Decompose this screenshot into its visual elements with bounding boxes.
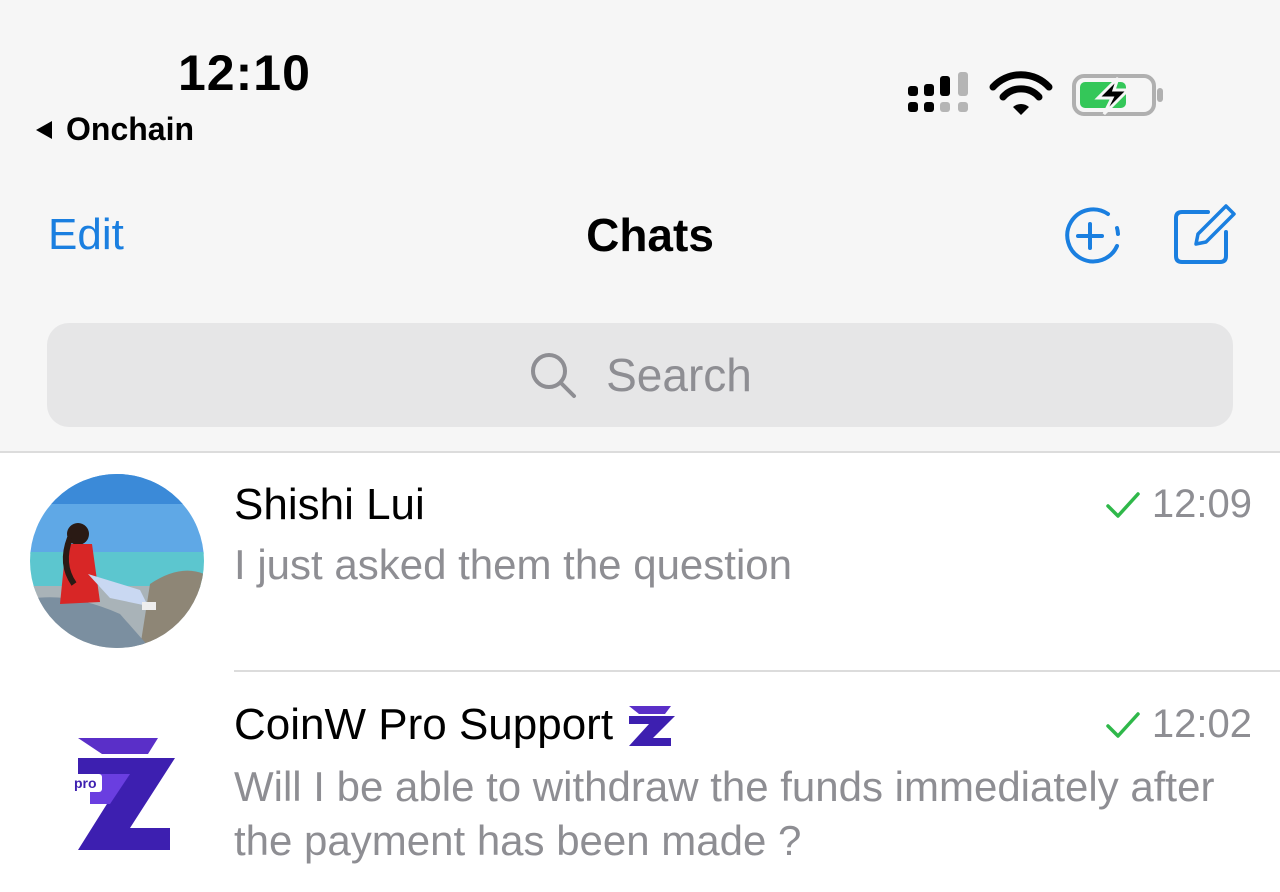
search-icon (531, 353, 577, 398)
back-app-label: Onchain (66, 111, 195, 147)
profile-photo (30, 474, 204, 648)
navigation-header: 12:10 Onchain Edit Chats Search (0, 0, 1280, 453)
chat-row-coinw-pro-support[interactable]: pro CoinW Pro Support 12:02 Will I be ab… (0, 672, 1280, 892)
search-field[interactable]: Search (47, 323, 1233, 427)
logo-pro-text: pro (74, 775, 97, 791)
sent-check-icon (1106, 711, 1140, 738)
sent-check-icon (1106, 491, 1140, 518)
chat-time: 12:02 (1151, 702, 1252, 746)
chat-preview: I just asked them the question (234, 541, 792, 588)
chat-time: 12:09 (1151, 482, 1252, 526)
search-placeholder: Search (606, 349, 752, 401)
back-to-app-link[interactable]: Onchain (36, 111, 194, 148)
status-icons (908, 71, 1163, 116)
compose-icon[interactable] (1172, 204, 1236, 268)
chat-preview: Will I be able to withdraw the funds imm… (234, 763, 1215, 864)
wifi-icon (989, 71, 1053, 115)
coinw-pro-logo: pro (72, 738, 175, 850)
chat-time-container: 12:09 (1104, 482, 1252, 527)
avatar (30, 474, 204, 648)
cellular-signal-icon (908, 72, 968, 112)
coinw-badge-icon (629, 706, 676, 746)
new-story-add-icon[interactable] (1060, 204, 1124, 268)
avatar: pro (30, 696, 204, 870)
chat-time-container: 12:02 (1104, 702, 1252, 747)
status-time: 12:10 (178, 45, 311, 101)
chat-name: Shishi Lui (234, 480, 425, 529)
battery-charging-icon (1072, 74, 1163, 116)
chat-name-container: CoinW Pro Support (234, 700, 677, 750)
back-triangle-icon (36, 120, 52, 139)
chat-name: CoinW Pro Support (234, 700, 614, 749)
chat-row-shishi-lui[interactable]: Shishi Lui 12:09 I just asked them the q… (0, 452, 1280, 672)
